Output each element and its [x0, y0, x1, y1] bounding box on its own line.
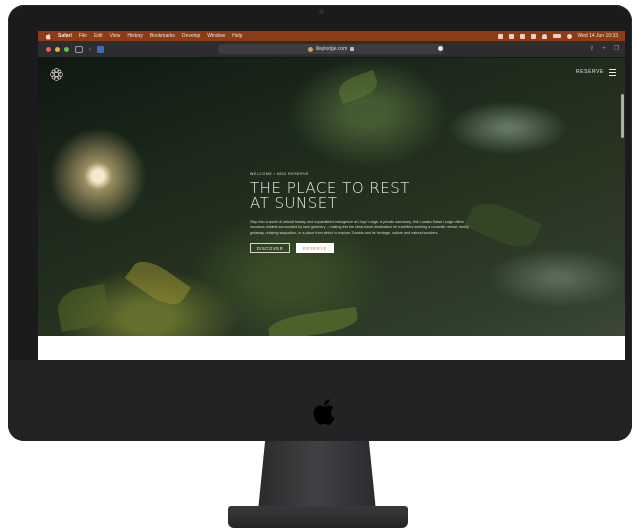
minimize-window-button[interactable] [55, 46, 60, 52]
search-icon[interactable] [566, 33, 572, 39]
page-scrollbar[interactable] [621, 94, 624, 138]
address-bar[interactable]: lilaylodge.com [218, 44, 444, 54]
sidebar-toggle-icon[interactable] [75, 45, 83, 53]
hero-description: Step into a world of natural beauty and … [250, 220, 469, 235]
hero-section: RESERVE WELCOME / NGU RESERVE THE PLACE … [38, 58, 625, 336]
leaf-decoration [124, 253, 192, 313]
window-controls [38, 46, 69, 52]
battery-icon[interactable] [552, 34, 561, 38]
menu-develop[interactable]: Develop [182, 31, 200, 41]
menu-history[interactable]: History [127, 31, 143, 41]
tab-favicon-icon[interactable] [97, 45, 105, 53]
hamburger-icon[interactable] [609, 69, 616, 76]
imac-monitor: Safari File Edit View History Bookmarks … [8, 5, 632, 441]
monitor-stand-base [228, 506, 408, 528]
leaf-decoration [266, 306, 360, 336]
menu-edit[interactable]: Edit [94, 31, 103, 41]
reserve-button[interactable]: RESERVE [296, 243, 334, 254]
apple-menu-icon[interactable] [45, 33, 51, 40]
hero-eyebrow: WELCOME / NGU RESERVE [250, 172, 310, 176]
hero-content: WELCOME / NGU RESERVE THE PLACE TO REST … [250, 172, 474, 254]
menu-view[interactable]: View [110, 31, 121, 41]
close-window-button[interactable] [46, 46, 51, 52]
zoom-window-button[interactable] [64, 46, 69, 52]
nav-reserve-link[interactable]: RESERVE [576, 69, 604, 75]
menu-window[interactable]: Window [207, 31, 225, 41]
back-chevron-icon[interactable]: ‹ [89, 46, 91, 53]
reload-icon[interactable] [438, 46, 443, 51]
monitor-stand-neck [258, 441, 376, 511]
menu-bookmarks[interactable]: Bookmarks [150, 31, 175, 41]
safari-toolbar: ‹ lilaylodge.com ⇪ + ❐ [38, 41, 625, 58]
apple-logo-icon [313, 399, 335, 425]
status-icon[interactable] [497, 33, 503, 39]
discover-button[interactable]: DISCOVER [250, 243, 290, 254]
lodge-logo[interactable] [49, 67, 64, 82]
menu-help[interactable]: Help [232, 31, 242, 41]
camera [319, 9, 324, 14]
hero-title-line-2: AT SUNSET [250, 194, 338, 212]
site-favicon-icon [307, 46, 313, 52]
hero-title: THE PLACE TO REST AT SUNSET [250, 181, 474, 211]
macos-menubar: Safari File Edit View History Bookmarks … [38, 31, 625, 41]
leaf-decoration [54, 283, 112, 333]
page-below-fold [38, 336, 625, 362]
leaf-decoration [335, 69, 381, 105]
menubar-clock[interactable]: Wed 14 Jun 10:33 [578, 31, 619, 41]
status-icon[interactable] [530, 33, 536, 39]
share-icon[interactable]: ⇪ [589, 44, 594, 54]
tabs-overview-icon[interactable]: ❐ [614, 44, 619, 54]
menu-app-name[interactable]: Safari [58, 31, 72, 41]
new-tab-icon[interactable]: + [602, 44, 606, 54]
screen: Safari File Edit View History Bookmarks … [38, 31, 625, 362]
hero-cta-group: DISCOVER RESERVE [250, 243, 474, 254]
status-icon[interactable] [508, 33, 514, 39]
lock-icon [350, 47, 355, 51]
menu-file[interactable]: File [79, 31, 87, 41]
url-text[interactable]: lilaylodge.com [316, 46, 348, 52]
wifi-icon[interactable] [541, 33, 547, 39]
status-icon[interactable] [519, 33, 525, 39]
